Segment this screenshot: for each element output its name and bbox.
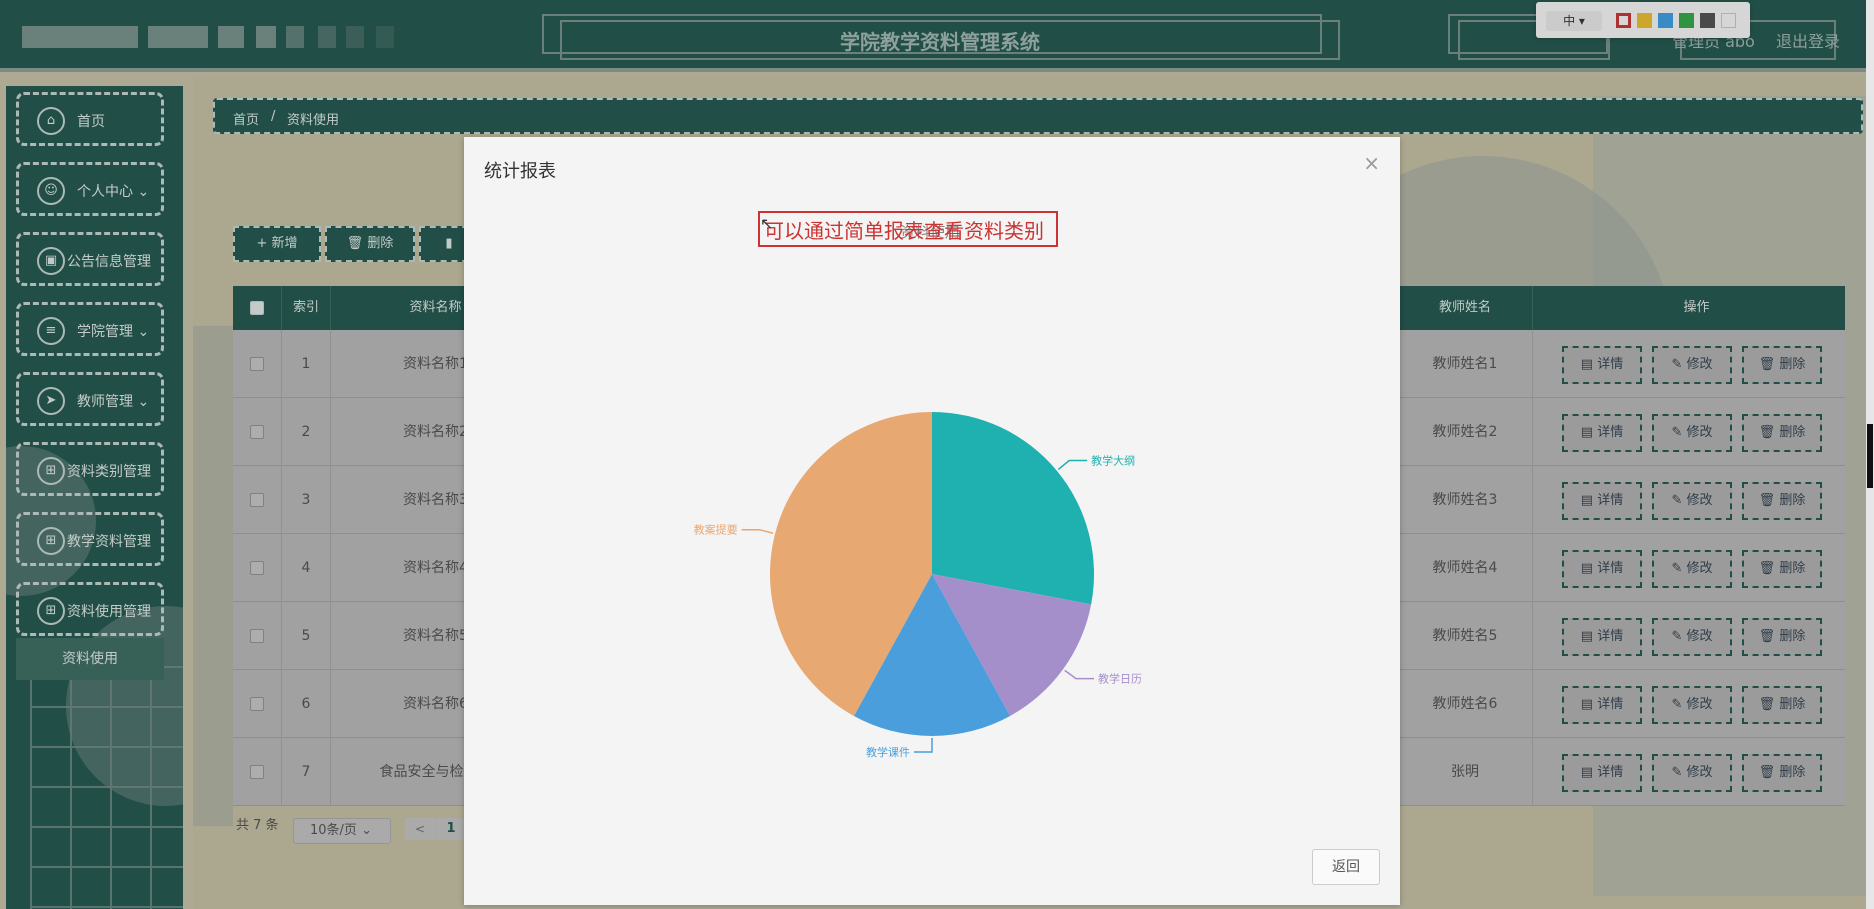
pie-label: 教学课件: [866, 745, 910, 759]
pie-label: 教案提要: [694, 523, 738, 537]
pie-label-line: [741, 528, 774, 534]
page-scrollbar[interactable]: [1866, 0, 1874, 909]
scrollbar-thumb[interactable]: [1867, 424, 1873, 488]
pie-label-line: [1064, 669, 1095, 680]
pie-label-line: [914, 738, 933, 753]
pie-chart: 教学大纲教学日历教学课件 教案提要: [694, 412, 1142, 759]
pie-label: 教学日历: [1098, 672, 1142, 686]
pie-slice[interactable]: [932, 412, 1094, 605]
pie-label: 教学大纲: [1091, 454, 1135, 468]
back-button[interactable]: 返回: [1312, 849, 1380, 885]
stats-dialog: 统计报表 × 资料使用 可以通过简单报表查看资料类别 ↖ 教学大纲 教学日历 教学课…: [464, 137, 1400, 905]
pie-label-line: [1057, 459, 1088, 471]
